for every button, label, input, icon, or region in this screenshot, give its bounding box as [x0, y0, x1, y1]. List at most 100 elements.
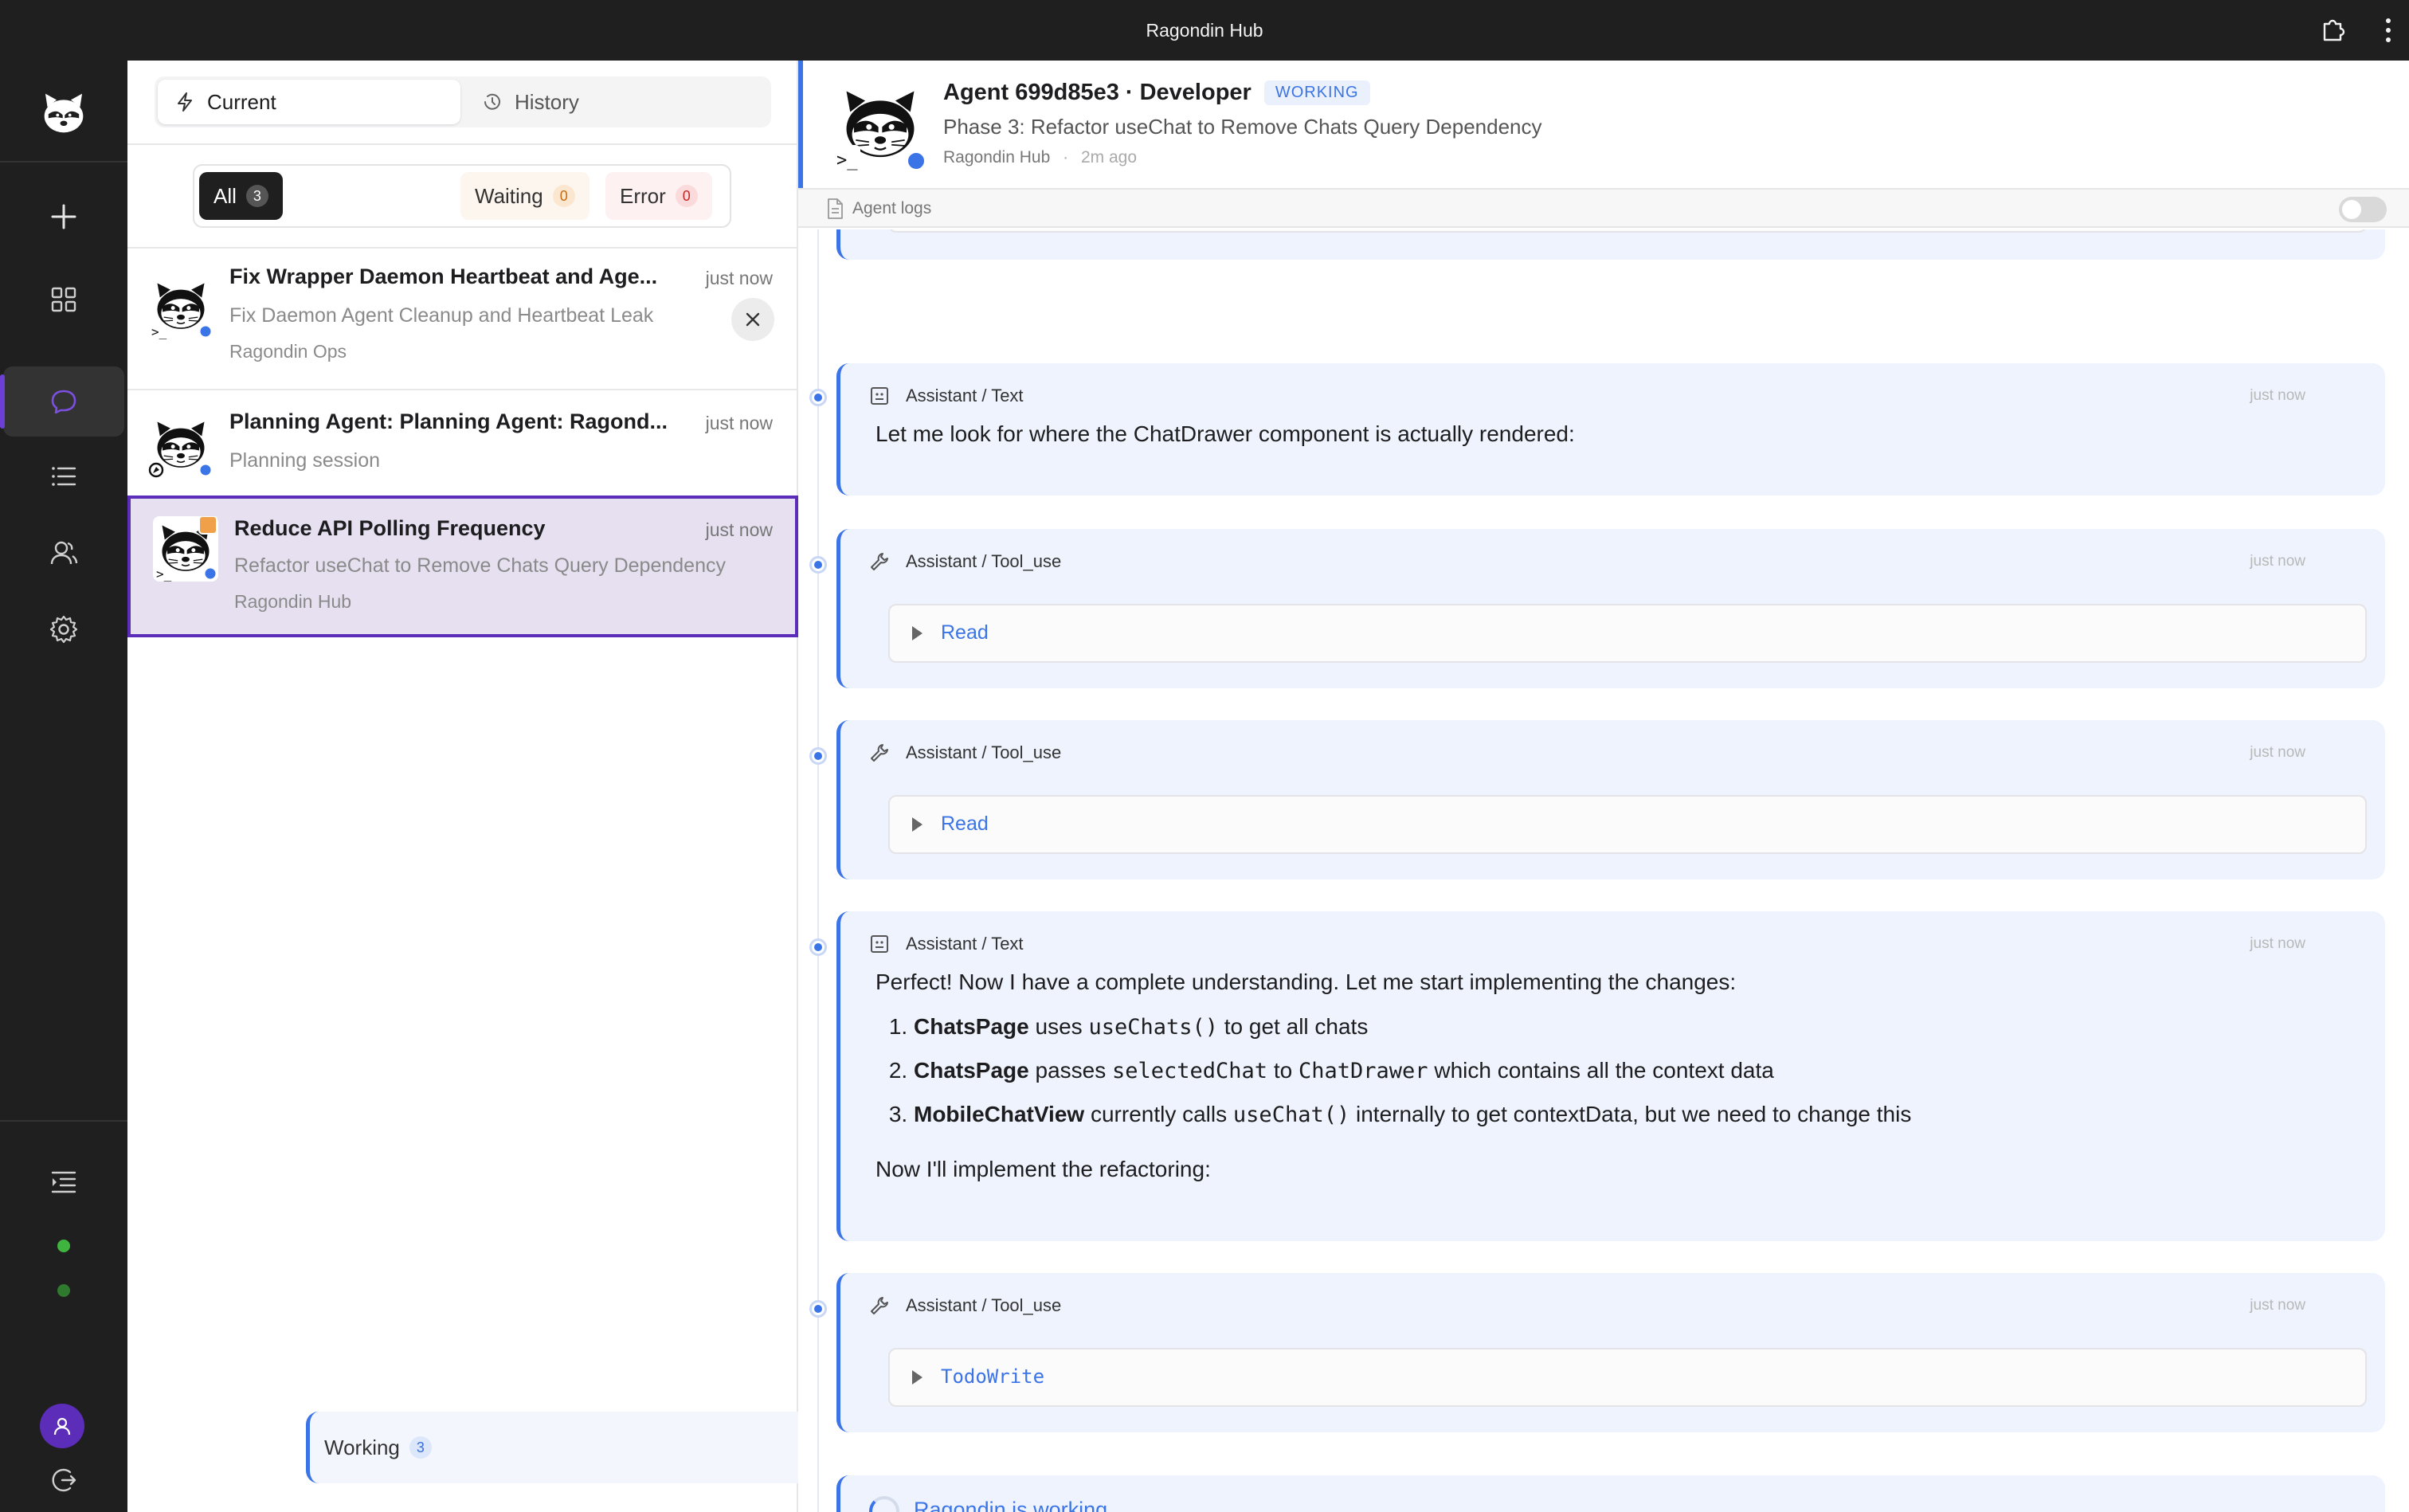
agent-logs-label: Agent logs — [852, 199, 932, 217]
extension-icon[interactable] — [2320, 18, 2345, 43]
chat-bubble-icon — [51, 390, 76, 414]
expand-triangle-icon — [912, 817, 922, 832]
message-tool-use: Assistant / Tool_use just now Read — [836, 720, 2385, 879]
session-subtitle: Planning session — [229, 449, 381, 472]
wrench-icon — [871, 1297, 888, 1314]
message-body: Perfect! Now I have a complete understan… — [875, 961, 1911, 1191]
timeline-line — [817, 229, 819, 1512]
sub-agent-badge-icon — [198, 516, 217, 535]
agent-avatar: >_ — [153, 516, 218, 582]
message-time: just now — [2250, 935, 2305, 952]
message-body: Let me look for where the ChatDrawer com… — [875, 421, 1575, 446]
meta-separator: · — [1063, 148, 1069, 166]
agent-meta: Ragondin Hub · 2m ago — [943, 148, 1137, 167]
message-list: ChatsPage uses useChats() to get all cha… — [875, 1005, 1911, 1137]
terminal-icon: >_ — [156, 566, 172, 582]
agent-logs-toggle[interactable] — [2339, 197, 2387, 222]
message-time: just now — [2250, 387, 2305, 404]
agent-avatar: >_ — [148, 274, 213, 339]
agent-logs-bar: Agent logs — [798, 188, 2409, 228]
message-role: Assistant / Text — [906, 386, 1024, 405]
filter-all[interactable]: All 3 — [199, 172, 283, 220]
nav-dashboard[interactable] — [0, 264, 127, 335]
tool-call-read[interactable]: Read — [888, 604, 2367, 663]
filter-waiting-count: 0 — [552, 185, 575, 207]
tool-call-read[interactable]: Read — [888, 795, 2367, 854]
session-card[interactable]: >_ Fix Wrapper Daemon Heartbeat and Age.… — [127, 249, 798, 389]
message-text: Assistant / Text just now Perfect! Now I… — [836, 911, 2385, 1241]
filter-waiting[interactable]: Waiting 0 — [460, 172, 590, 220]
toggle-sidebar-button[interactable] — [0, 1147, 127, 1217]
timeline-dot — [809, 556, 827, 574]
session-title: Planning Agent: Planning Agent: Ragond..… — [229, 409, 668, 433]
agent-title: Agent 699d85e3 · Developer — [943, 80, 1252, 105]
timeline-dot — [809, 1300, 827, 1318]
message-outro: Now I'll implement the refactoring: — [875, 1157, 1211, 1181]
nav-agents[interactable] — [0, 518, 127, 588]
list-item: ChatsPage passes selectedChat to ChatDra… — [914, 1049, 1911, 1093]
close-session-button[interactable] — [731, 298, 774, 341]
logout-button[interactable] — [0, 1455, 127, 1506]
tool-name: Read — [941, 813, 989, 835]
agent-avatar: >_ — [833, 78, 927, 172]
tab-current-label: Current — [207, 89, 276, 114]
gear-icon — [49, 615, 78, 644]
agent-project: Ragondin Hub — [943, 148, 1051, 166]
tab-history[interactable]: History — [465, 80, 768, 124]
status-badge: WORKING — [1263, 80, 1370, 105]
session-time: just now — [705, 413, 773, 433]
session-time: just now — [705, 268, 773, 288]
session-project: Ragondin Ops — [229, 341, 347, 362]
session-card[interactable]: Planning Agent: Planning Agent: Ragond..… — [127, 390, 798, 497]
message-stream[interactable]: Assistant / Text just now Let me look fo… — [798, 229, 2409, 1512]
message-role: Assistant / Tool_use — [906, 742, 1062, 762]
raccoon-logo-icon[interactable] — [38, 88, 89, 139]
sync-status-dot — [57, 1284, 70, 1297]
close-icon — [746, 312, 760, 327]
message-tool-use: Assistant / Tool_use just now TodoWrite — [836, 1273, 2385, 1432]
plus-icon — [51, 204, 76, 229]
lightning-icon — [178, 92, 192, 112]
message-header: Assistant / Tool_use — [869, 551, 1061, 572]
message-header: Assistant / Text — [869, 386, 1024, 406]
robot-icon — [871, 935, 888, 953]
tool-call-previous — [888, 229, 2367, 233]
message-intro: Perfect! Now I have a complete understan… — [875, 969, 1737, 994]
spinner-icon — [869, 1496, 899, 1512]
list-item-text: to — [1273, 1058, 1293, 1083]
agent-avatar — [148, 413, 213, 478]
filter-all-count: 3 — [245, 185, 268, 207]
clock-history-icon — [484, 93, 500, 110]
nav-rail — [0, 61, 127, 1512]
agent-task-subtitle: Phase 3: Refactor useChat to Remove Chat… — [943, 115, 1542, 139]
nav-tasks[interactable] — [0, 441, 127, 511]
tool-name: TodoWrite — [941, 1365, 1045, 1388]
timeline-dot — [809, 938, 827, 956]
new-session-button[interactable] — [0, 182, 127, 252]
terminal-icon: >_ — [836, 151, 858, 170]
expand-triangle-icon — [912, 1370, 922, 1385]
inline-code: ChatDrawer — [1299, 1059, 1428, 1083]
message-header: Assistant / Tool_use — [869, 1295, 1061, 1316]
filter-error[interactable]: Error 0 — [605, 172, 712, 220]
message-previous — [836, 229, 2385, 260]
agent-detail-panel: >_ Agent 699d85e3 · Developer WORKING Ph… — [798, 61, 2409, 1512]
tool-call-todowrite[interactable]: TodoWrite — [888, 1348, 2367, 1407]
nav-chats[interactable] — [0, 366, 124, 437]
more-menu-icon[interactable] — [2385, 18, 2391, 42]
inline-code: useChats() — [1088, 1015, 1218, 1040]
robot-icon — [871, 387, 888, 405]
session-card-selected[interactable]: >_ Reduce API Polling Frequency just now… — [127, 496, 798, 637]
session-time: just now — [705, 519, 773, 540]
message-time: just now — [2250, 744, 2305, 761]
agent-title-row: Agent 699d85e3 · Developer WORKING — [943, 80, 1370, 106]
list-item-text: to get all chats — [1224, 1014, 1369, 1039]
list-item-bold: ChatsPage — [914, 1014, 1029, 1039]
working-indicator: Ragondin is working... — [836, 1475, 2385, 1512]
nav-settings[interactable] — [0, 594, 127, 664]
session-title: Fix Wrapper Daemon Heartbeat and Age... — [229, 264, 658, 288]
tab-current[interactable]: Current — [158, 80, 460, 124]
window-titlebar: Ragondin Hub — [0, 0, 2409, 61]
indent-menu-icon — [51, 1171, 76, 1193]
user-avatar[interactable] — [40, 1404, 84, 1448]
